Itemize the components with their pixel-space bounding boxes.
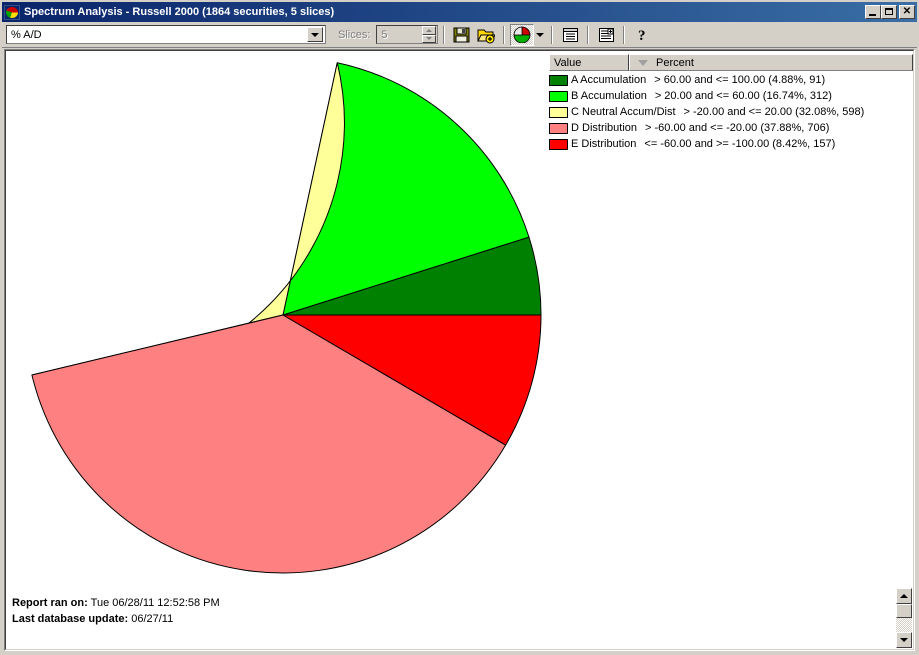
scroll-up-button[interactable] xyxy=(896,588,912,604)
report-ran-value: Tue 06/28/11 12:52:58 PM xyxy=(90,597,220,609)
legend-item-name: D Distribution xyxy=(571,122,638,134)
chevron-down-icon[interactable] xyxy=(534,24,546,46)
scroll-thumb[interactable] xyxy=(896,604,912,618)
slices-value: 5 xyxy=(381,28,388,41)
legend-swatch xyxy=(549,90,568,102)
vertical-scrollbar[interactable] xyxy=(896,588,912,648)
slices-label: Slices: xyxy=(338,28,371,41)
sort-descending-icon xyxy=(638,60,648,66)
legend-item-name: C Neutral Accum/Dist xyxy=(571,106,676,118)
legend-item-name: E Distribution xyxy=(571,138,637,150)
window-controls: ✕ xyxy=(865,5,915,19)
close-button[interactable]: ✕ xyxy=(899,5,915,19)
last-update-label: Last database update: xyxy=(12,613,129,625)
legend-panel: Value Percent A Accumulation > 60.00 and… xyxy=(549,54,913,152)
slices-decrement-button[interactable] xyxy=(422,34,437,43)
report-panel: Value Percent A Accumulation > 60.00 and… xyxy=(4,49,915,651)
slices-stepper[interactable]: 5 xyxy=(376,25,439,44)
legend-row[interactable]: C Neutral Accum/Dist > -20.00 and <= 20.… xyxy=(549,104,913,120)
scroll-down-button[interactable] xyxy=(896,632,912,648)
pie-chart-icon xyxy=(4,4,20,20)
pie-chart-svg xyxy=(31,62,542,574)
report-footer: Report ran on: Tue 06/28/11 12:52:58 PM … xyxy=(12,595,220,627)
scroll-track[interactable] xyxy=(896,618,912,632)
legend-row[interactable]: E Distribution <= -60.00 and >= -100.00 … xyxy=(549,136,913,152)
last-update-line: Last database update: 06/27/11 xyxy=(12,611,220,627)
legend-swatch xyxy=(549,106,568,118)
title-bar: Spectrum Analysis - Russell 2000 (1864 s… xyxy=(2,2,917,22)
legend-row[interactable]: A Accumulation > 60.00 and <= 100.00 (4.… xyxy=(549,72,913,88)
indicator-combo[interactable]: % A/D xyxy=(6,25,326,44)
indicator-combo-value: % A/D xyxy=(11,28,42,41)
legend-item-desc: <= -60.00 and >= -100.00 (8.42%, 157) xyxy=(644,138,836,150)
window-title: Spectrum Analysis - Russell 2000 (1864 s… xyxy=(24,6,335,18)
legend-item-name: A Accumulation xyxy=(571,74,647,86)
legend-item-desc: > 20.00 and <= 60.00 (16.74%, 312) xyxy=(654,90,832,102)
chevron-down-icon[interactable] xyxy=(307,27,323,42)
report-list-icon[interactable] xyxy=(558,24,582,46)
toolbar-separator xyxy=(503,25,506,44)
pie-chart-icon[interactable] xyxy=(510,23,535,46)
legend-column-percent-label: Percent xyxy=(656,56,694,69)
client-area: Value Percent A Accumulation > 60.00 and… xyxy=(2,48,917,653)
toolbar-separator xyxy=(443,25,446,44)
pie-chart xyxy=(6,51,566,611)
legend-item-name: B Accumulation xyxy=(571,90,647,102)
legend-column-value[interactable]: Value xyxy=(549,54,629,71)
toolbar-separator xyxy=(587,25,590,44)
legend-row[interactable]: B Accumulation > 20.00 and <= 60.00 (16.… xyxy=(549,88,913,104)
legend-swatch xyxy=(549,74,568,86)
report-add-icon[interactable] xyxy=(594,24,618,46)
toolbar-separator xyxy=(551,25,554,44)
application-window: Spectrum Analysis - Russell 2000 (1864 s… xyxy=(0,0,919,655)
last-update-value: 06/27/11 xyxy=(131,613,174,625)
save-icon[interactable] xyxy=(450,24,474,46)
legend-item-desc: > 60.00 and <= 100.00 (4.88%, 91) xyxy=(654,74,826,86)
legend-swatch xyxy=(549,122,568,134)
report-ran-line: Report ran on: Tue 06/28/11 12:52:58 PM xyxy=(12,595,220,611)
maximize-button[interactable] xyxy=(881,5,897,19)
pie-slices xyxy=(31,62,542,574)
help-icon[interactable]: ? xyxy=(630,24,654,46)
legend-header: Value Percent xyxy=(549,54,913,71)
minimize-button[interactable] xyxy=(865,5,881,19)
legend-item-desc: > -60.00 and <= -20.00 (37.88%, 706) xyxy=(645,122,830,134)
legend-item-desc: > -20.00 and <= 20.00 (32.08%, 598) xyxy=(683,106,865,118)
svg-text:?: ? xyxy=(638,28,646,43)
legend-column-percent[interactable]: Percent xyxy=(629,54,913,71)
toolbar: % A/D Slices: 5 ? xyxy=(2,22,917,48)
slices-increment-button[interactable] xyxy=(422,26,437,35)
toolbar-separator xyxy=(623,25,626,44)
legend-swatch xyxy=(549,138,568,150)
open-add-icon[interactable] xyxy=(474,24,498,46)
legend-row[interactable]: D Distribution > -60.00 and <= -20.00 (3… xyxy=(549,120,913,136)
report-ran-label: Report ran on: xyxy=(12,597,88,609)
